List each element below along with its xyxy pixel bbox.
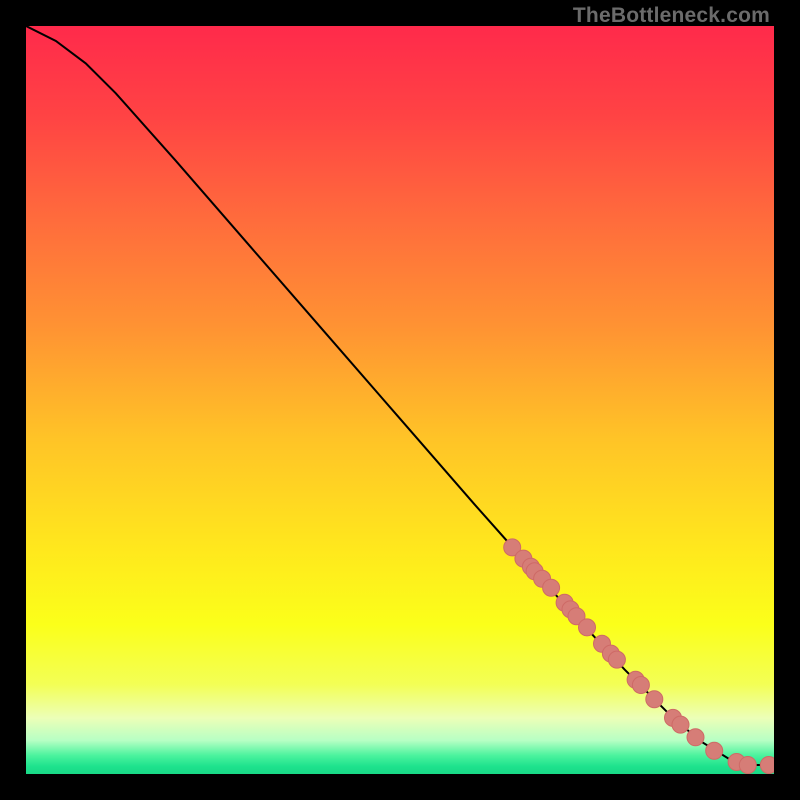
- plot-area: [26, 26, 774, 774]
- gradient-background: [26, 26, 774, 774]
- data-marker: [579, 619, 596, 636]
- data-marker: [760, 757, 774, 774]
- data-marker: [646, 691, 663, 708]
- data-marker: [608, 651, 625, 668]
- watermark-text: TheBottleneck.com: [573, 4, 770, 28]
- chart-frame: TheBottleneck.com: [0, 0, 800, 800]
- data-marker: [739, 757, 756, 774]
- data-marker: [543, 579, 560, 596]
- chart-svg: [26, 26, 774, 774]
- data-marker: [632, 677, 649, 694]
- data-marker: [672, 716, 689, 733]
- data-marker: [687, 729, 704, 746]
- data-marker: [706, 742, 723, 759]
